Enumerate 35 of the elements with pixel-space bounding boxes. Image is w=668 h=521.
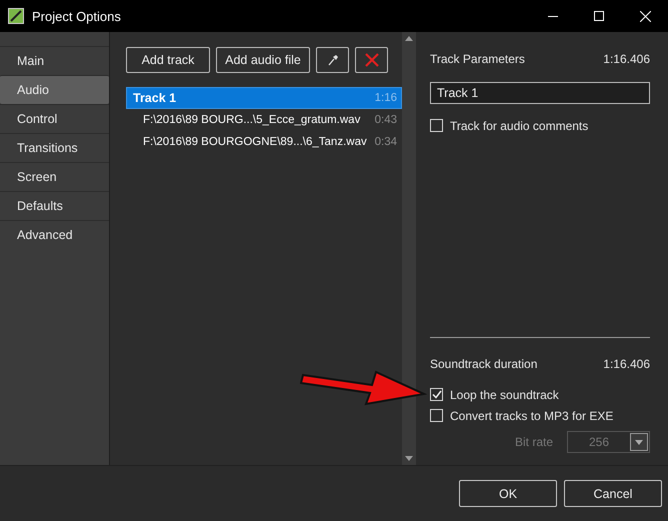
bit-rate-label: Bit rate [514,435,553,449]
sidebar-item[interactable]: Audio [0,75,109,104]
scroll-down-icon[interactable] [405,456,413,461]
dropdown-caret-icon[interactable] [630,433,648,451]
checkbox-label: Track for audio comments [450,118,588,132]
scroll-up-icon[interactable] [405,36,413,41]
sidebar-item[interactable]: Advanced [0,220,109,249]
checkbox-label: Loop the soundtrack [450,388,559,402]
audio-file-row[interactable]: F:\2016\89 BOURG...\5_Ecce_gratum.wav 0:43 [126,109,402,131]
soundtrack-duration: 1:16.406 [603,357,650,371]
checkbox[interactable] [430,119,443,132]
delete-icon [364,53,378,67]
track-duration: 1:16.406 [603,52,650,66]
toolbar-button[interactable]: Add audio file [216,47,310,73]
checkbox-label: Convert tracks to MP3 for EXE [450,408,614,422]
app-icon [8,8,24,24]
window-title: Project Options [32,8,122,24]
audio-file-row[interactable]: F:\2016\89 BOURGOGNE\89...\6_Tanz.wav 0:34 [126,131,402,153]
maximize-icon[interactable] [594,11,604,21]
checkbox[interactable] [430,388,443,401]
checkbox[interactable] [430,409,443,422]
sidebar-item[interactable]: Transitions [0,133,109,162]
scrollbar[interactable] [402,32,416,465]
track-name-field[interactable]: Track 1 [430,82,650,104]
section-title: Track Parameters [430,52,525,66]
sidebar-item[interactable]: Screen [0,162,109,191]
dialog-button[interactable]: Cancel [564,480,662,507]
sidebar-item[interactable]: Control [0,104,109,133]
track-row[interactable]: Track 1 1:16 [126,87,402,109]
close-icon[interactable] [640,10,650,22]
section-title: Soundtrack duration [430,357,538,371]
toolbar-button[interactable]: Add track [126,47,210,73]
dialog-button[interactable]: OK [459,480,557,507]
sidebar-item[interactable]: Defaults [0,191,109,220]
delete-button[interactable] [355,47,388,73]
